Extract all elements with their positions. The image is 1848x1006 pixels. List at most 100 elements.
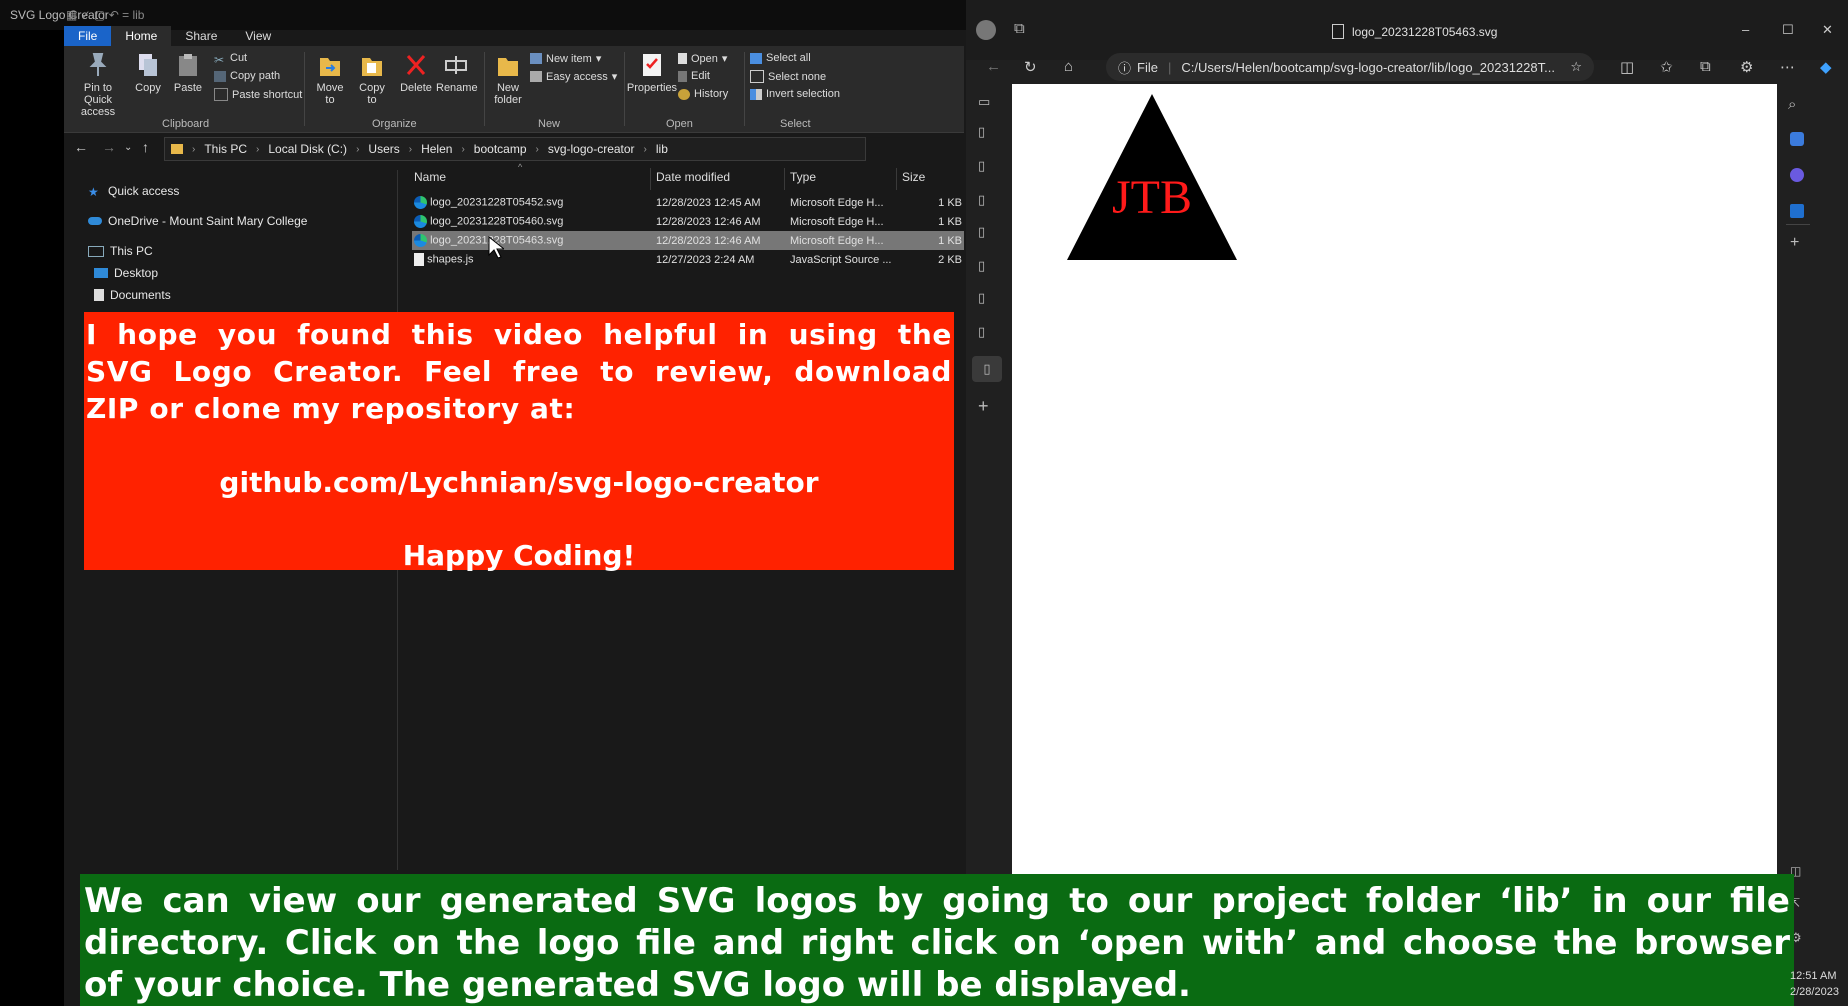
sidebar-tools-icon[interactable] [1790,168,1804,182]
sidebar-divider [1786,224,1810,225]
vertical-tab-page-icon[interactable]: ▯ [978,224,998,244]
recent-chevron-down-icon[interactable]: ⌄ [124,142,132,153]
split-screen-icon[interactable]: ◫ [1620,58,1634,76]
column-type[interactable]: Type [790,170,816,184]
quick-access-toolbar[interactable]: ▦ ✓ ▢ ↶ = lib [66,8,144,22]
green-caption-line: We can view our generated SVG logos by g… [84,881,1790,921]
svg-logo: JTB [1067,94,1237,260]
vertical-tab-page-icon[interactable]: ▯ [978,258,998,278]
sidebar-outlook-icon[interactable] [1790,204,1804,218]
vertical-tab-page-icon[interactable]: ▯ [978,290,998,310]
edge-icon [414,234,427,247]
file-row[interactable]: logo_20231228T05452.svg 12/28/2023 12:45… [412,193,964,212]
url-scheme-label: File [1137,59,1158,75]
crumb-bootcamp[interactable]: bootcamp [470,142,531,156]
copy-path-button[interactable]: Copy path [214,70,280,82]
favorite-star-icon[interactable]: ☆ [1570,59,1582,75]
group-new-label: New [538,118,561,130]
new-tab-plus-icon[interactable]: + [978,396,998,416]
column-separator[interactable] [896,168,897,190]
nav-onedrive[interactable]: OneDrive - Mount Saint Mary College [88,214,307,228]
new-folder-button[interactable]: New folder [488,52,528,106]
delete-button[interactable]: Delete [398,52,434,94]
refresh-icon[interactable]: ↻ [1024,58,1037,76]
crumb-lib[interactable]: lib [652,142,672,156]
tab-actions-icon[interactable]: ▭ [978,94,998,114]
extensions-icon[interactable]: ⚙ [1740,58,1753,76]
invert-selection-button[interactable]: Invert selection [750,88,840,100]
copy-button[interactable]: Copy [130,52,166,94]
more-menu-icon[interactable]: ⋯ [1780,58,1795,76]
rename-button[interactable]: Rename [436,52,478,94]
back-arrow-icon[interactable]: ← [74,139,88,155]
nav-this-pc[interactable]: This PC [88,244,153,258]
sidebar-add-plus-icon[interactable]: + [1790,234,1799,252]
up-arrow-icon[interactable]: ↑ [142,139,149,155]
column-size[interactable]: Size [902,170,925,184]
sidebar-shopping-icon[interactable] [1790,132,1804,146]
collections-icon[interactable]: ⧉ [1700,58,1711,75]
cut-button[interactable]: ✂ Cut [214,52,247,67]
crumb-users[interactable]: Users [364,142,403,156]
select-none-button[interactable]: Select none [750,70,826,83]
browser-tab[interactable]: logo_20231228T05463.svg [1332,24,1497,39]
column-separator[interactable] [650,168,651,190]
copy-to-button[interactable]: Copy to [354,52,390,106]
vertical-tab-page-icon[interactable]: ▯ [978,324,998,344]
close-icon[interactable]: ✕ [1822,22,1833,38]
page-viewport: JTB [1012,84,1777,874]
rename-icon [445,56,467,74]
vertical-tab-page-icon[interactable]: ▯ [978,192,998,212]
maximize-icon[interactable]: ☐ [1782,22,1794,38]
address-bar[interactable]: ⓘ File | C:/Users/Helen/bootcamp/svg-log… [1106,53,1594,81]
favorites-icon[interactable]: ✩ [1660,58,1673,76]
copy-to-folder-icon [362,58,382,76]
workspaces-icon[interactable]: ⧉ [1014,20,1025,37]
nav-desktop[interactable]: Desktop [94,266,158,280]
file-date-cell: 12/28/2023 12:46 AM [656,234,761,247]
home-icon[interactable]: ⌂ [1064,58,1073,75]
back-arrow-icon[interactable]: ← [986,58,1001,75]
vertical-tab-page-icon-active[interactable]: ▯ [972,356,1002,382]
edit-button[interactable]: Edit [678,70,710,82]
file-type-cell: Microsoft Edge H... [790,196,884,209]
tab-file[interactable]: File [64,26,112,46]
move-to-button[interactable]: Move to [312,52,348,106]
sidebar-search-icon[interactable]: ⌕ [1788,96,1796,113]
select-all-button[interactable]: Select all [750,52,811,64]
file-row[interactable]: logo_20231228T05460.svg 12/28/2023 12:46… [412,212,964,231]
column-name[interactable]: Name [414,170,446,184]
browser-toolbar: ← ↻ ⌂ ⓘ File | C:/Users/Helen/bootcamp/s… [966,50,1848,84]
easy-access-button[interactable]: Easy access ▾ [530,70,617,83]
vertical-tab-page-icon[interactable]: ▯ [978,124,998,144]
crumb-local-disk[interactable]: Local Disk (C:) [264,142,351,156]
properties-button[interactable]: Properties [626,52,678,94]
nav-quick-access[interactable]: ★ Quick access [88,184,179,199]
profile-avatar-icon[interactable] [976,20,996,40]
tab-home[interactable]: Home [111,26,172,46]
minimize-icon[interactable]: – [1742,22,1749,37]
js-file-icon [414,253,424,266]
vertical-tab-page-icon[interactable]: ▯ [978,158,998,178]
nav-documents[interactable]: Documents [94,288,171,302]
column-date-modified[interactable]: Date modified [656,170,730,184]
file-name-cell: logo_20231228T05452.svg [414,196,563,209]
taskbar-clock[interactable]: 12:51 AM 2/28/2023 [1790,968,1839,1000]
tab-share[interactable]: Share [171,26,231,46]
paste-button[interactable]: Paste [170,52,206,94]
group-select-label: Select [780,118,811,130]
breadcrumb[interactable]: › This PC › Local Disk (C:) › Users › Helen… [164,137,866,161]
forward-arrow-icon[interactable]: → [102,139,116,155]
pin-quick-access-button[interactable]: Pin to Quick access [70,52,126,118]
paste-shortcut-button[interactable]: Paste shortcut [214,88,302,101]
column-separator[interactable] [784,168,785,190]
crumb-this-pc[interactable]: This PC [200,142,251,156]
url-text: C:/Users/Helen/bootcamp/svg-logo-creator… [1181,59,1555,75]
tab-view[interactable]: View [231,26,285,46]
new-item-button[interactable]: New item ▾ [530,52,601,65]
crumb-svg-logo-creator[interactable]: svg-logo-creator [544,142,639,156]
open-button[interactable]: Open ▾ [678,52,727,65]
crumb-helen[interactable]: Helen [417,142,456,156]
history-button[interactable]: History [678,88,728,100]
copilot-icon[interactable]: ◆ [1820,58,1832,76]
